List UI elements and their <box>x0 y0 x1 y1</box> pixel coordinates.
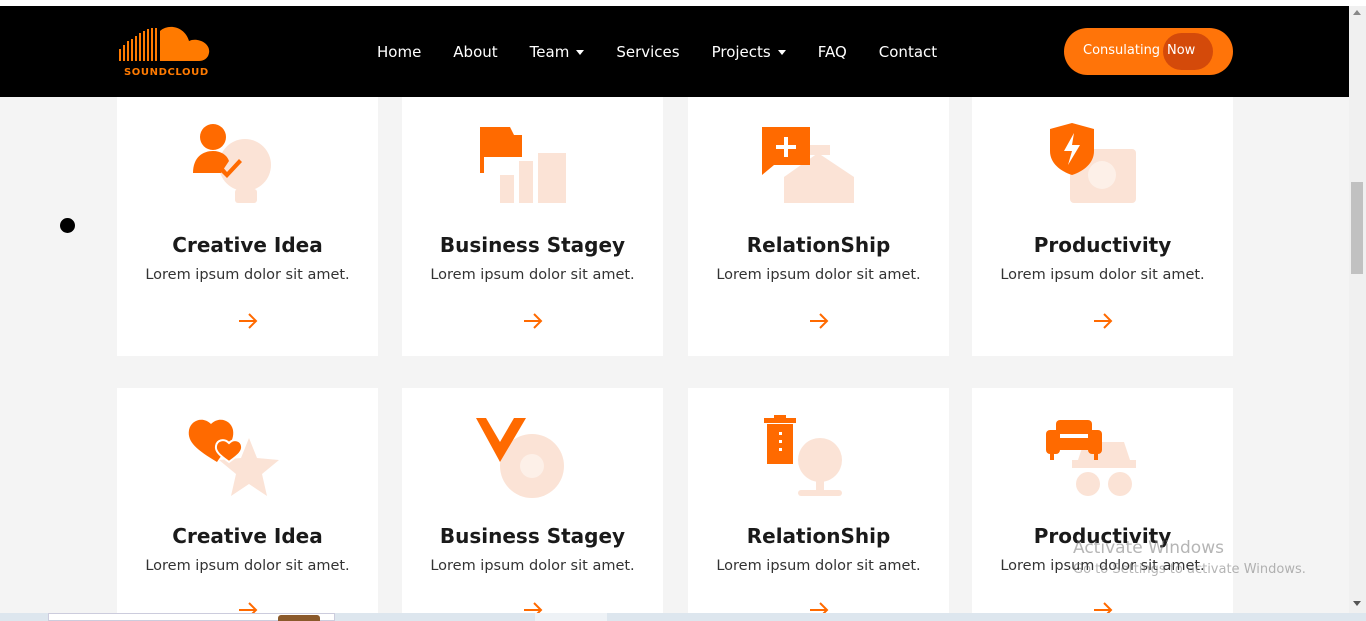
card-desc: Lorem ipsum dolor sit amet. <box>430 558 635 574</box>
nav-item-faq-label: FAQ <box>817 43 847 61</box>
shield-bolt-icon <box>972 117 1233 217</box>
hearts-icon <box>117 408 378 508</box>
vertical-scrollbar[interactable] <box>1349 6 1366 613</box>
trash-icon <box>688 408 949 508</box>
service-card[interactable]: Productivity Lorem ipsum dolor sit amet. <box>972 97 1233 356</box>
taskbar-app-icon[interactable] <box>278 615 320 621</box>
nav-item-home-label: Home <box>377 43 422 61</box>
caret-down-icon <box>777 49 786 55</box>
card-title: Creative Idea <box>172 524 323 548</box>
consulting-now-button[interactable]: Consulating Now <box>1064 28 1233 75</box>
flag-icon <box>402 117 663 217</box>
card-title: Creative Idea <box>172 233 323 257</box>
main-nav: Home About Team Services Projects FAQ Co… <box>377 42 969 62</box>
scroll-down-icon[interactable] <box>1353 601 1361 606</box>
cursor-dot <box>60 218 75 233</box>
card-desc: Lorem ipsum dolor sit amet. <box>145 558 350 574</box>
arrow-right-icon[interactable] <box>522 312 544 330</box>
activate-windows-title: Activate Windows <box>1073 538 1224 558</box>
nav-item-team[interactable]: Team <box>530 42 585 62</box>
nav-item-services[interactable]: Services <box>616 42 679 62</box>
arrow-right-icon[interactable] <box>808 312 830 330</box>
card-desc: Lorem ipsum dolor sit amet. <box>716 558 921 574</box>
cta-badge: Now <box>1167 43 1196 58</box>
service-card[interactable]: Creative Idea Lorem ipsum dolor sit amet… <box>117 388 378 613</box>
arrow-right-icon[interactable] <box>1092 601 1114 613</box>
taskbar <box>0 613 1366 621</box>
activate-windows-subtitle: Go to Settings to activate Windows. <box>1073 562 1306 577</box>
cta-label: Consulating <box>1083 43 1161 58</box>
nav-item-about[interactable]: About <box>453 42 497 62</box>
card-title: RelationShip <box>746 524 891 548</box>
arrow-right-icon[interactable] <box>808 601 830 613</box>
nav-item-projects-label: Projects <box>711 43 771 61</box>
card-title: Business Stagey <box>439 524 626 548</box>
service-card[interactable]: Business Stagey Lorem ipsum dolor sit am… <box>402 97 663 356</box>
arrow-right-icon[interactable] <box>1092 312 1114 330</box>
card-desc: Lorem ipsum dolor sit amet. <box>430 267 635 283</box>
nav-item-services-label: Services <box>616 43 680 61</box>
taskbar-button[interactable] <box>535 613 607 621</box>
card-title: Business Stagey <box>439 233 626 257</box>
nav-item-contact-label: Contact <box>878 43 938 61</box>
service-card[interactable]: Productivity Lorem ipsum dolor sit amet. <box>972 388 1233 613</box>
card-title: RelationShip <box>746 233 891 257</box>
nav-item-faq[interactable]: FAQ <box>818 42 847 62</box>
nav-item-projects[interactable]: Projects <box>712 42 786 62</box>
message-plus-icon <box>688 117 949 217</box>
scroll-thumb[interactable] <box>1351 182 1363 274</box>
caret-down-icon <box>576 49 585 55</box>
vuejs-icon <box>402 408 663 508</box>
navbar: SOUNDCLOUD Home About Team Services Proj… <box>0 6 1349 97</box>
card-title: Productivity <box>1033 233 1172 257</box>
card-desc: Lorem ipsum dolor sit amet. <box>1000 267 1205 283</box>
soundcloud-cloud-icon <box>119 26 210 61</box>
card-desc: Lorem ipsum dolor sit amet. <box>716 267 921 283</box>
user-check-icon <box>117 117 378 217</box>
soundcloud-logo[interactable]: SOUNDCLOUD <box>117 25 213 81</box>
nav-item-team-label: Team <box>529 43 570 61</box>
arrow-right-icon[interactable] <box>522 601 544 613</box>
arrow-right-icon[interactable] <box>237 601 259 613</box>
service-card[interactable]: RelationShip Lorem ipsum dolor sit amet. <box>688 97 949 356</box>
service-card[interactable]: Creative Idea Lorem ipsum dolor sit amet… <box>117 97 378 356</box>
card-desc: Lorem ipsum dolor sit amet. <box>145 267 350 283</box>
nav-item-contact[interactable]: Contact <box>879 42 937 62</box>
service-card[interactable]: RelationShip Lorem ipsum dolor sit amet. <box>688 388 949 613</box>
logo-wordmark: SOUNDCLOUD <box>124 67 209 78</box>
nav-item-home[interactable]: Home <box>377 42 421 62</box>
couch-icon <box>972 408 1233 508</box>
arrow-right-icon[interactable] <box>237 312 259 330</box>
nav-item-about-label: About <box>453 43 498 61</box>
service-card[interactable]: Business Stagey Lorem ipsum dolor sit am… <box>402 388 663 613</box>
scroll-up-icon[interactable] <box>1353 10 1361 15</box>
